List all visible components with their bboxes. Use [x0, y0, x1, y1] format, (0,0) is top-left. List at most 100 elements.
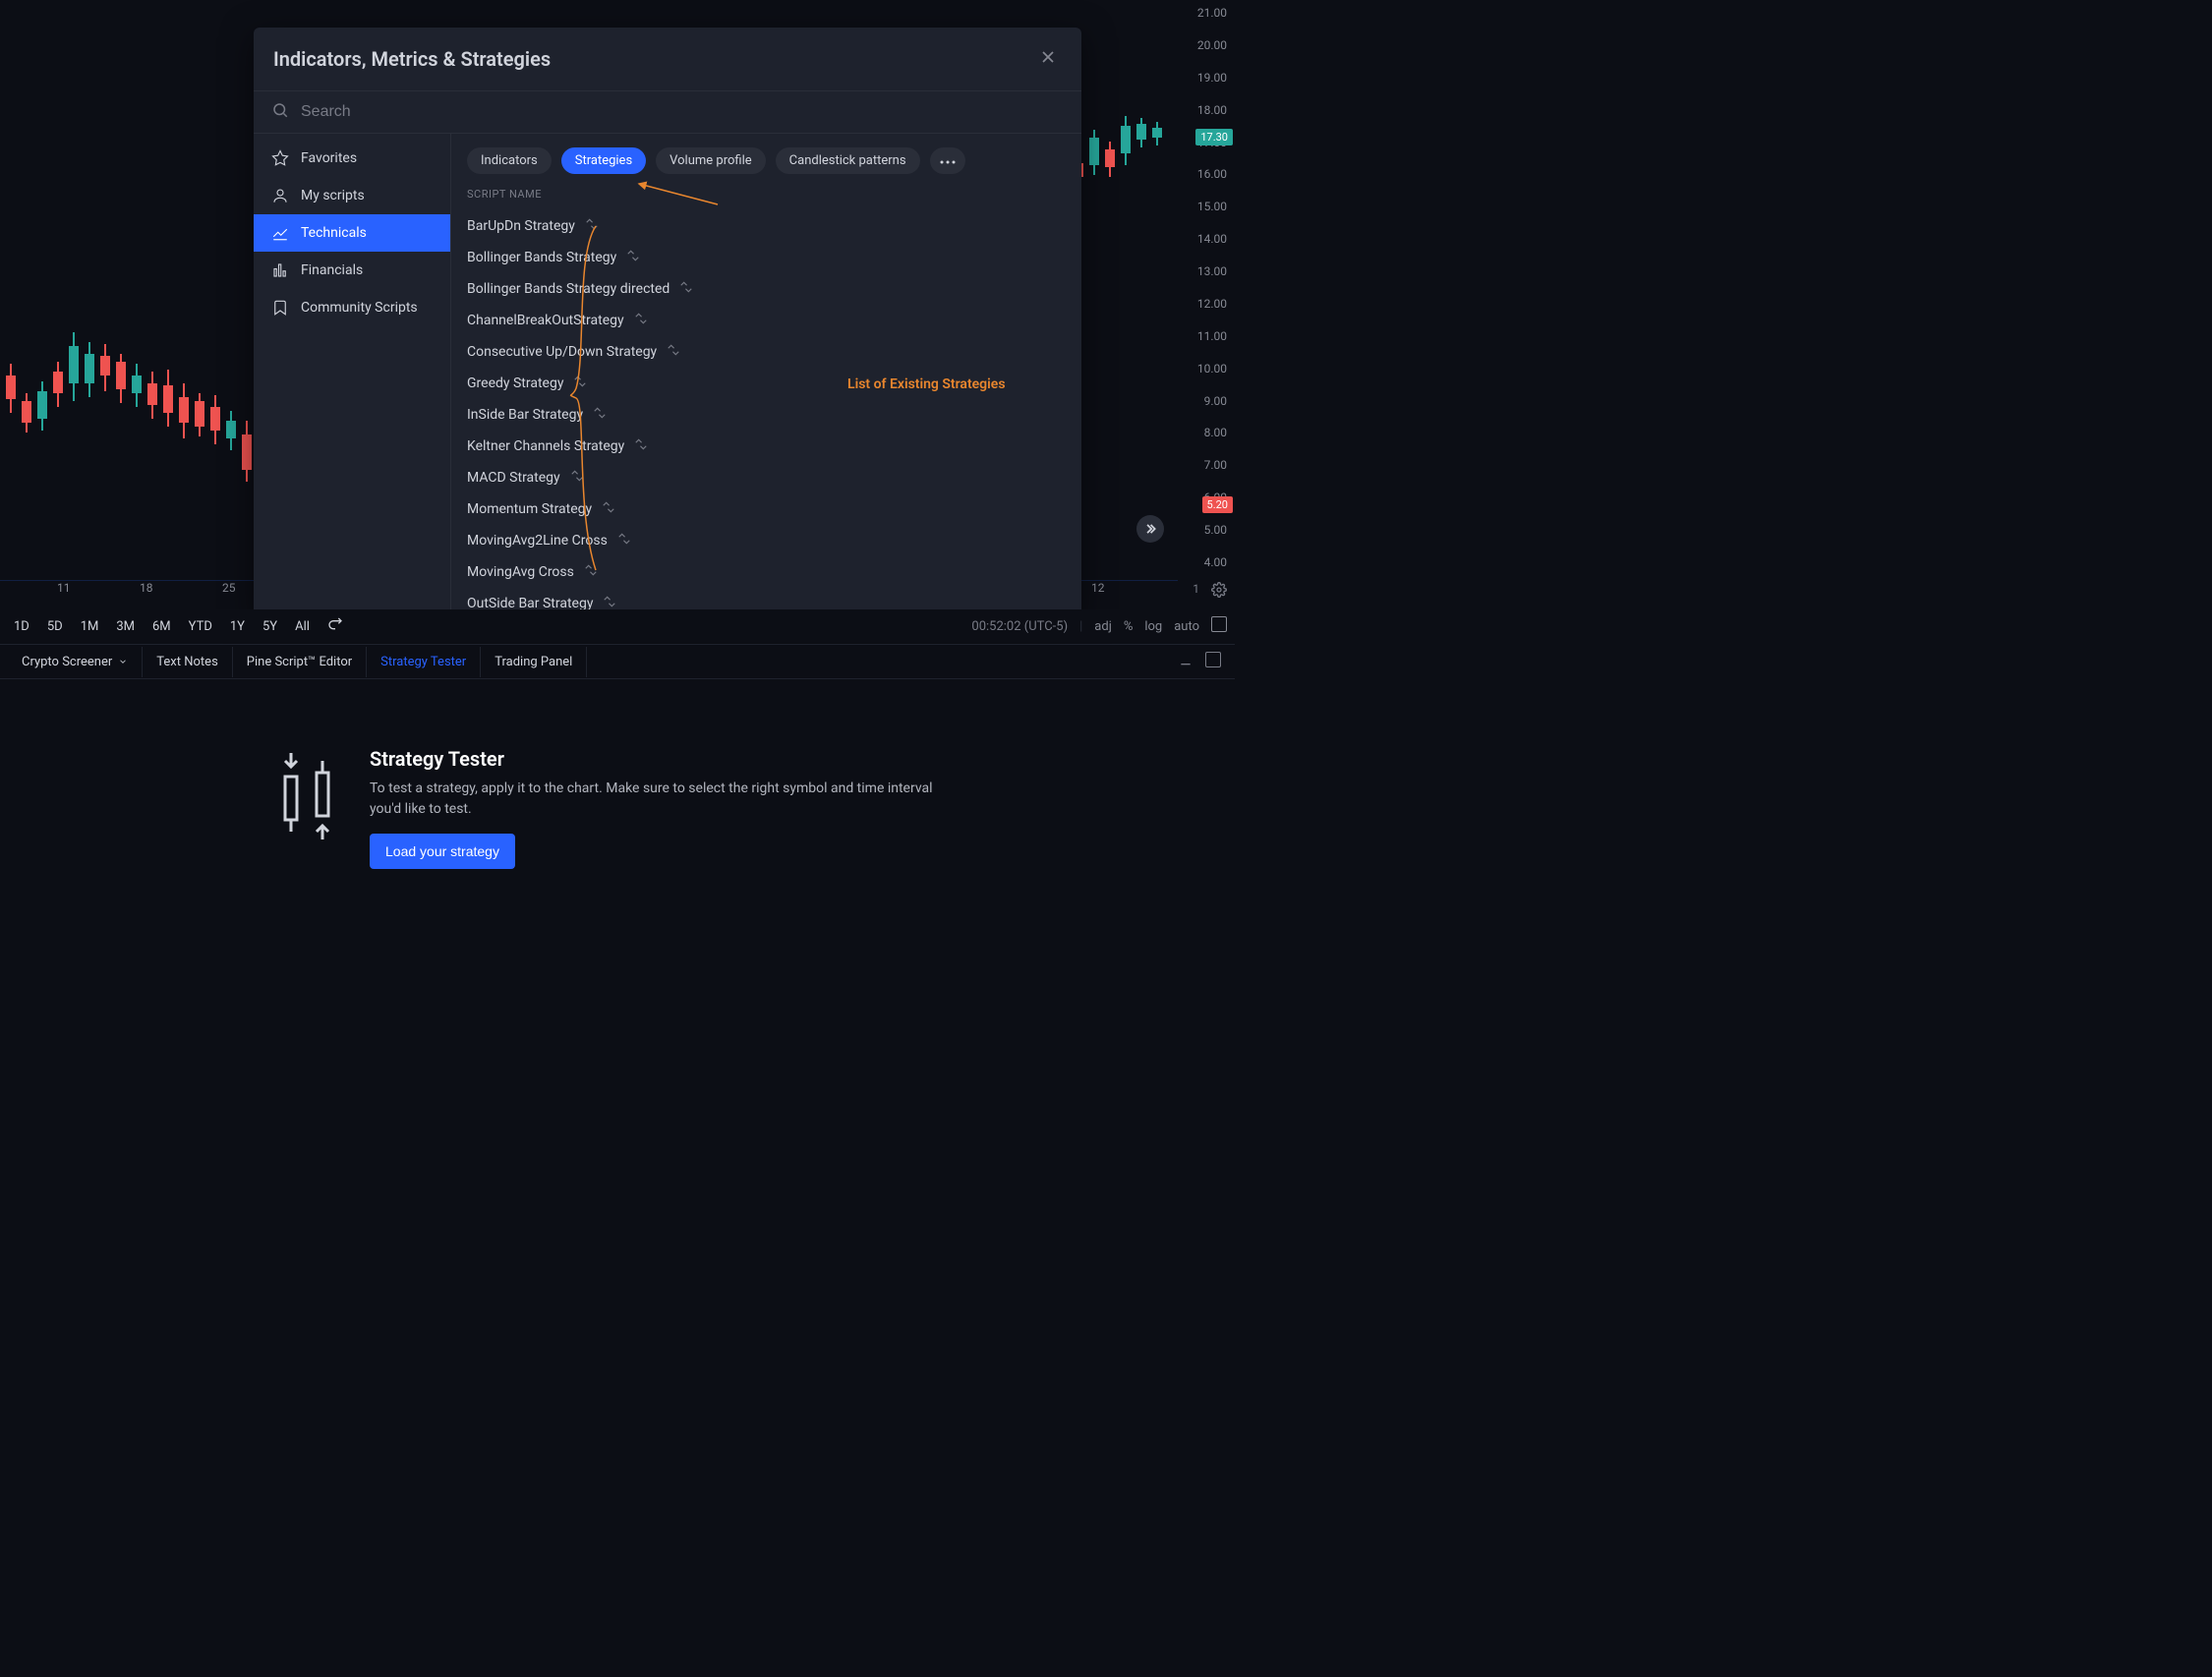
script-name: Bollinger Bands Strategy directed	[467, 281, 669, 297]
price-tick: 18.00	[1182, 103, 1235, 117]
script-item[interactable]: Bollinger Bands Strategy	[467, 242, 1066, 273]
script-name: ChannelBreakOutStrategy	[467, 313, 624, 328]
fullscreen-icon[interactable]	[1211, 616, 1227, 636]
nav-technicals[interactable]: Technicals	[254, 214, 450, 252]
interval-3m[interactable]: 3M	[110, 615, 141, 638]
auto-toggle[interactable]: auto	[1174, 619, 1199, 634]
script-item[interactable]: MovingAvg2Line Cross	[467, 525, 1066, 556]
pill-indicators[interactable]: Indicators	[467, 147, 552, 174]
pill-strategies[interactable]: Strategies	[561, 147, 646, 174]
time-tick: 12	[1091, 581, 1105, 595]
price-tick: 20.00	[1182, 38, 1235, 52]
modal-sidebar: Favorites My scripts Technicals Financia…	[254, 134, 451, 617]
pill-volume-profile[interactable]: Volume profile	[656, 147, 766, 174]
strategy-arrows-icon	[634, 312, 648, 329]
script-name: BarUpDn Strategy	[467, 218, 575, 234]
maximize-icon[interactable]	[1199, 646, 1227, 677]
tab-label: Text Notes	[156, 655, 218, 669]
script-name: MovingAvg2Line Cross	[467, 533, 608, 549]
price-tick: 15.00	[1182, 200, 1235, 213]
time-tick: 18	[140, 581, 153, 595]
pill-candlestick[interactable]: Candlestick patterns	[776, 147, 920, 174]
strategy-arrows-icon	[585, 217, 599, 235]
script-name: Momentum Strategy	[467, 501, 592, 517]
nav-label: My scripts	[301, 188, 365, 203]
minimize-icon[interactable]	[1172, 646, 1199, 677]
interval-6m[interactable]: 6M	[146, 615, 177, 638]
script-item[interactable]: Keltner Channels Strategy	[467, 431, 1066, 462]
search-icon	[271, 101, 289, 123]
strategy-arrows-icon	[617, 532, 631, 549]
interval-5d[interactable]: 5D	[41, 615, 69, 638]
strategy-arrows-icon	[593, 406, 607, 424]
script-item[interactable]: MovingAvg Cross	[467, 556, 1066, 588]
interval-1y[interactable]: 1Y	[224, 615, 251, 638]
script-name: MACD Strategy	[467, 470, 560, 486]
pill-more-icon[interactable]	[930, 147, 965, 174]
interval-all[interactable]: All	[289, 615, 316, 638]
interval-1d[interactable]: 1D	[8, 615, 35, 638]
nav-label: Community Scripts	[301, 300, 418, 316]
interval-row: 1D 5D 1M 3M 6M YTD 1Y 5Y All 00:52:02 (U…	[0, 609, 1235, 643]
nav-financials[interactable]: Financials	[254, 252, 450, 289]
script-name: Bollinger Bands Strategy	[467, 250, 616, 265]
tab-text-notes[interactable]: Text Notes	[143, 647, 233, 677]
adj-toggle[interactable]: adj	[1094, 619, 1112, 634]
script-item[interactable]: InSide Bar Strategy	[467, 399, 1066, 431]
strategy-arrows-icon	[679, 280, 693, 298]
price-tag-current: 17.30	[1195, 129, 1233, 145]
strategy-arrows-icon	[584, 563, 598, 581]
strategy-arrows-icon	[667, 343, 680, 361]
script-item[interactable]: MACD Strategy	[467, 462, 1066, 493]
bottom-tabs: Crypto Screener Text Notes Pine Script™ …	[0, 644, 1235, 679]
price-tick: 11.00	[1182, 329, 1235, 343]
modal-content: Indicators Strategies Volume profile Can…	[451, 134, 1081, 617]
strategy-glyph-icon	[273, 747, 342, 849]
nav-favorites[interactable]: Favorites	[254, 140, 450, 177]
chart-background: 21.00 20.00 19.00 18.00 17.00 16.00 15.0…	[0, 0, 1235, 937]
strategy-tester-panel: Strategy Tester To test a strategy, appl…	[0, 679, 1235, 937]
chevron-down-icon	[118, 657, 128, 666]
tab-crypto-screener[interactable]: Crypto Screener	[8, 647, 143, 677]
script-item[interactable]: ChannelBreakOutStrategy	[467, 305, 1066, 336]
script-item[interactable]: Consecutive Up/Down Strategy	[467, 336, 1066, 368]
strategy-arrows-icon	[634, 437, 648, 455]
script-item[interactable]: BarUpDn Strategy	[467, 210, 1066, 242]
tab-pine-editor[interactable]: Pine Script™ Editor	[233, 647, 367, 677]
script-item[interactable]: Bollinger Bands Strategy directed	[467, 273, 1066, 305]
tab-trading-panel[interactable]: Trading Panel	[481, 647, 587, 677]
nav-label: Technicals	[301, 225, 367, 241]
goto-date-icon[interactable]	[321, 612, 349, 640]
price-tick: 5.00	[1182, 523, 1235, 537]
strategy-arrows-icon	[602, 500, 615, 518]
price-tick: 19.00	[1182, 71, 1235, 85]
time-tick: 25	[222, 581, 236, 595]
nav-community[interactable]: Community Scripts	[254, 289, 450, 326]
clock-label: 00:52:02 (UTC-5)	[971, 619, 1068, 634]
pct-toggle[interactable]: %	[1124, 619, 1134, 634]
load-strategy-button[interactable]: Load your strategy	[370, 834, 515, 869]
nav-my-scripts[interactable]: My scripts	[254, 177, 450, 214]
scroll-right-icon[interactable]	[1136, 515, 1164, 543]
strategy-title: Strategy Tester	[370, 747, 961, 771]
script-name: InSide Bar Strategy	[467, 407, 583, 423]
tab-strategy-tester[interactable]: Strategy Tester	[367, 647, 481, 677]
price-tick: 16.00	[1182, 167, 1235, 181]
tab-label: Strategy Tester	[380, 655, 466, 669]
interval-5y[interactable]: 5Y	[257, 615, 283, 638]
axis-settings-icon[interactable]	[1211, 582, 1227, 602]
price-axis: 21.00 20.00 19.00 18.00 17.00 16.00 15.0…	[1178, 0, 1235, 573]
script-item[interactable]: Greedy Strategy	[467, 368, 1066, 399]
interval-ytd[interactable]: YTD	[183, 615, 218, 638]
search-input[interactable]	[301, 103, 1064, 121]
strategy-arrows-icon	[626, 249, 640, 266]
strategy-arrows-icon	[573, 375, 587, 392]
log-toggle[interactable]: log	[1144, 619, 1162, 634]
interval-1m[interactable]: 1M	[75, 615, 105, 638]
script-item[interactable]: Momentum Strategy	[467, 493, 1066, 525]
script-name: Greedy Strategy	[467, 376, 563, 391]
close-icon[interactable]	[1034, 43, 1062, 75]
price-tick: 7.00	[1182, 458, 1235, 472]
nav-label: Financials	[301, 262, 363, 278]
script-name: Keltner Channels Strategy	[467, 438, 624, 454]
